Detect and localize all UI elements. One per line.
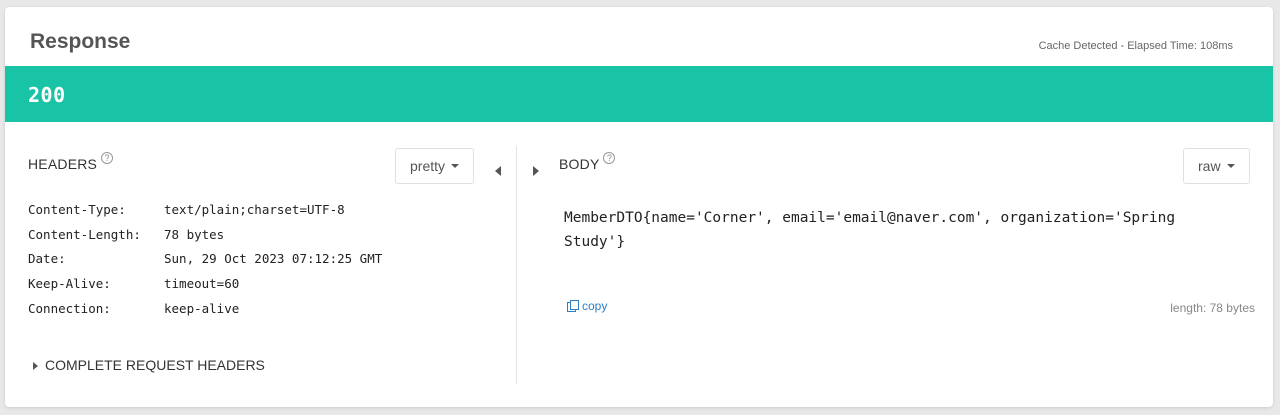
header-value: Sun, 29 Oct 2023 07:12:25 GMT <box>164 251 383 267</box>
copy-button[interactable]: copy <box>567 299 607 313</box>
status-code: 200 <box>28 83 66 107</box>
header-value: text/plain;charset=UTF-8 <box>164 202 345 217</box>
header-key: Date: <box>28 251 66 267</box>
response-title: Response <box>30 30 131 53</box>
body-title: BODY? <box>559 152 616 172</box>
response-panels: HEADERS? pretty Content-Type: text/plain… <box>5 122 1273 407</box>
triangle-right-icon <box>33 362 38 370</box>
response-header: Response Cache Detected - Elapsed Time: … <box>5 7 1273 66</box>
copy-label: copy <box>582 299 608 313</box>
copy-icon <box>567 300 579 312</box>
header-row: Content-Length: 78 bytes <box>28 227 382 252</box>
headers-title-label: HEADERS <box>28 156 98 172</box>
headers-format-dropdown[interactable]: pretty <box>395 148 475 184</box>
headers-panel: HEADERS? pretty Content-Type: text/plain… <box>5 122 516 407</box>
header-key: Keep-Alive: <box>28 276 111 292</box>
help-circle-icon[interactable]: ? <box>603 152 616 164</box>
body-title-label: BODY <box>559 156 600 172</box>
headers-title: HEADERS? <box>28 152 114 172</box>
response-body-text[interactable]: MemberDTO{name='Corner', email='email@na… <box>564 206 1224 254</box>
body-format-dropdown[interactable]: raw <box>1183 148 1250 184</box>
caret-down-icon <box>451 164 460 169</box>
help-circle-icon[interactable]: ? <box>101 152 114 164</box>
triangle-left-icon[interactable] <box>495 166 501 176</box>
status-bar: 200 <box>5 66 1273 122</box>
headers-table: Content-Type: text/plain;charset=UTF-8 C… <box>28 202 382 325</box>
header-row: Date: Sun, 29 Oct 2023 07:12:25 GMT <box>28 251 382 276</box>
complete-request-headers-toggle[interactable]: COMPLETE REQUEST HEADERS <box>33 357 265 373</box>
response-card: Response Cache Detected - Elapsed Time: … <box>5 7 1273 407</box>
triangle-right-icon[interactable] <box>533 166 539 176</box>
header-key: Content-Length: <box>28 226 141 242</box>
header-row: Keep-Alive: timeout=60 <box>28 276 382 301</box>
body-format-label: raw <box>1198 158 1221 174</box>
header-key: Connection: <box>28 300 111 316</box>
header-value: timeout=60 <box>164 276 240 292</box>
header-key: Content-Type: <box>28 202 126 217</box>
complete-request-headers-label: COMPLETE REQUEST HEADERS <box>45 357 265 373</box>
header-value: 78 bytes <box>164 226 225 242</box>
header-row: Connection: keep-alive <box>28 301 382 326</box>
headers-format-label: pretty <box>410 158 446 174</box>
header-value: keep-alive <box>164 300 240 316</box>
header-row: Content-Type: text/plain;charset=UTF-8 <box>28 202 382 227</box>
body-length: length: 78 bytes <box>1170 301 1255 315</box>
caret-down-icon <box>1226 164 1235 169</box>
body-panel: BODY? raw MemberDTO{name='Corner', email… <box>517 122 1273 407</box>
elapsed-time-meta: Cache Detected - Elapsed Time: 108ms <box>1038 40 1233 52</box>
